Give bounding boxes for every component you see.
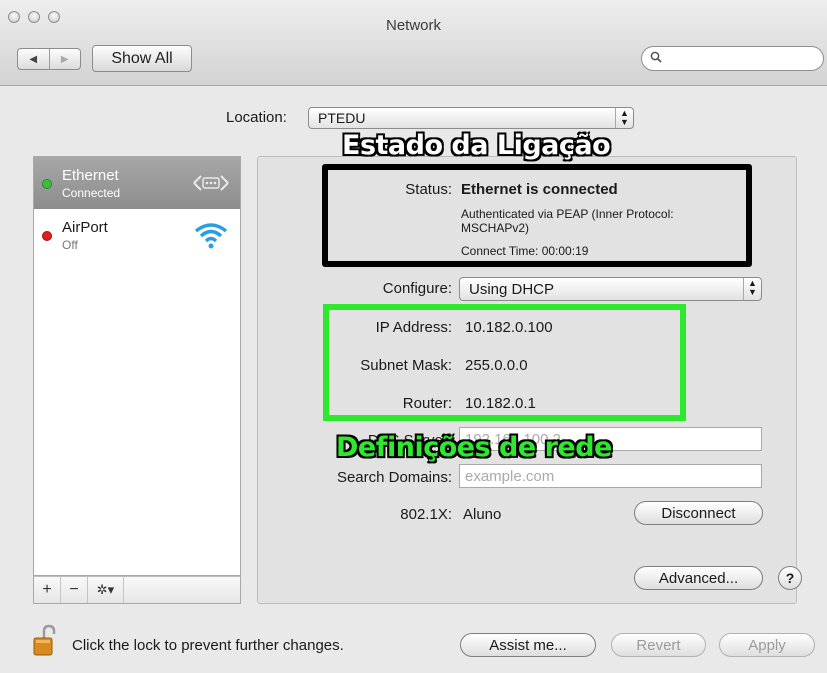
search-field[interactable] [641, 46, 824, 71]
network-settings-annotation-box [323, 304, 686, 421]
service-status: Off [62, 238, 78, 252]
status-annotation-box [322, 164, 752, 267]
service-list-controls: + − ✲▾ [33, 576, 241, 604]
revert-button[interactable]: Revert [611, 633, 706, 657]
dot1x-value: Aluno [463, 506, 502, 523]
popup-arrows-icon: ▲ ▼ [743, 278, 761, 300]
service-status: Connected [62, 186, 121, 200]
show-all-button[interactable]: Show All [92, 45, 192, 72]
search-icon [650, 50, 662, 66]
network-settings-annotation-label: Definições de rede [335, 431, 613, 464]
search-domains-label: Search Domains: [336, 469, 452, 486]
dot1x-label: 802.1X: [400, 506, 452, 523]
remove-service-button[interactable]: − [61, 577, 88, 603]
network-preferences-window: Network ◀ ▶ Show All Location: PTEDU ▲ ▼ … [0, 0, 827, 673]
location-value: PTEDU [318, 110, 366, 126]
wifi-icon [194, 221, 228, 254]
service-item-airport[interactable]: AirPort Off [34, 209, 240, 261]
apply-button[interactable]: Apply [719, 633, 815, 657]
lock-icon[interactable] [33, 624, 56, 656]
status-dot-icon [42, 231, 52, 241]
help-button[interactable]: ? [778, 566, 802, 590]
service-name: Ethernet [62, 167, 119, 184]
back-button[interactable]: ◀ [18, 49, 50, 69]
advanced-button[interactable]: Advanced... [634, 566, 763, 590]
service-name: AirPort [62, 219, 108, 236]
toolbar: Network ◀ ▶ Show All [0, 0, 827, 86]
configure-popup[interactable]: Using DHCP ▲ ▼ [459, 277, 762, 301]
forward-button[interactable]: ▶ [50, 49, 81, 69]
status-annotation-label: Estado da Ligação [341, 129, 612, 162]
assist-me-button[interactable]: Assist me... [460, 633, 596, 657]
forward-arrow-icon: ▶ [60, 53, 69, 65]
configure-value: Using DHCP [469, 280, 555, 298]
window-title: Network [385, 17, 441, 34]
gear-action-button[interactable]: ✲▾ [88, 577, 124, 603]
location-popup[interactable]: PTEDU ▲ ▼ [308, 107, 634, 129]
back-forward-control: ◀ ▶ [17, 48, 81, 70]
location-label: Location: [226, 109, 287, 126]
ethernet-icon [192, 169, 230, 200]
configure-label: Configure: [382, 280, 452, 297]
disconnect-button[interactable]: Disconnect [634, 501, 763, 525]
add-service-button[interactable]: + [34, 577, 61, 603]
search-domains-field[interactable]: example.com [459, 464, 762, 488]
status-dot-icon [42, 179, 52, 189]
search-domains-placeholder: example.com [465, 468, 555, 485]
back-arrow-icon: ◀ [29, 53, 38, 65]
lock-message: Click the lock to prevent further change… [72, 637, 344, 654]
service-list: Ethernet Connected AirPort Off [33, 156, 241, 576]
popup-arrows-icon: ▲ ▼ [615, 108, 633, 128]
service-item-ethernet[interactable]: Ethernet Connected [34, 157, 240, 209]
